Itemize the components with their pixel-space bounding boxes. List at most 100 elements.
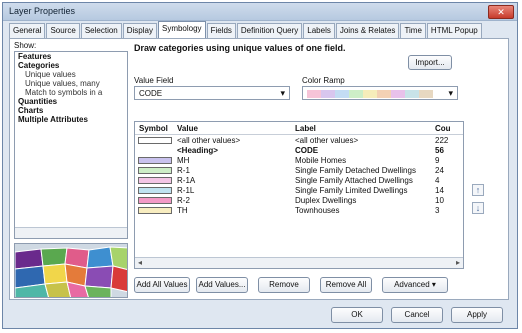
layer-properties-window: Layer Properties ✕ General Source Selectio… xyxy=(2,2,518,329)
row-label: CODE xyxy=(295,146,319,155)
color-ramp-swatch xyxy=(419,90,433,98)
row-count: 24 xyxy=(435,166,444,175)
table-row[interactable]: R-2 Duplex Dwellings 10 xyxy=(135,196,463,205)
chevron-down-icon[interactable]: ▾ xyxy=(280,88,285,99)
tab-display[interactable]: Display xyxy=(122,23,157,38)
grid-header: Symbol Value Label Cou xyxy=(135,122,463,135)
grid-horizontal-scrollbar[interactable]: ◂ ▸ xyxy=(135,257,463,268)
import-button[interactable]: Import... xyxy=(408,55,452,70)
table-row[interactable]: <all other values> <all other values> 222 xyxy=(135,136,463,145)
row-label: Duplex Dwellings xyxy=(295,196,357,205)
remove-button[interactable]: Remove xyxy=(258,277,310,293)
table-row[interactable]: TH Townhouses 3 xyxy=(135,206,463,215)
tab-joins-relates[interactable]: Joins & Relates xyxy=(335,23,400,38)
row-count: 10 xyxy=(435,196,444,205)
tab-symbology[interactable]: Symbology xyxy=(157,21,206,38)
row-label: Single Family Limited Dwellings xyxy=(295,186,408,195)
symbol-swatch[interactable] xyxy=(138,177,172,184)
tab-html-popup[interactable]: HTML Popup xyxy=(426,23,482,38)
tree-horizontal-scrollbar[interactable] xyxy=(15,227,127,238)
symbol-values-grid: Symbol Value Label Cou <all other values… xyxy=(134,121,464,269)
window-title: Layer Properties xyxy=(9,6,76,16)
row-label: Mobile Homes xyxy=(295,156,347,165)
row-label: <all other values> xyxy=(295,136,359,145)
remove-all-button[interactable]: Remove All xyxy=(320,277,372,293)
scroll-right-icon[interactable]: ▸ xyxy=(456,258,460,267)
value-field-label: Value Field xyxy=(134,76,174,85)
show-item-unique-values-many[interactable]: Unique values, many xyxy=(15,79,127,88)
header-symbol[interactable]: Symbol xyxy=(139,124,168,133)
tab-time[interactable]: Time xyxy=(400,23,426,38)
show-item-charts[interactable]: Charts xyxy=(15,106,127,115)
cancel-button[interactable]: Cancel xyxy=(391,307,443,323)
preview-map-icon xyxy=(15,244,127,297)
close-icon[interactable]: ✕ xyxy=(497,7,505,17)
apply-button[interactable]: Apply xyxy=(451,307,503,323)
show-item-categories[interactable]: Categories xyxy=(15,61,127,70)
row-label: Townhouses xyxy=(295,206,340,215)
tab-labels[interactable]: Labels xyxy=(303,23,335,38)
table-row[interactable]: R-1L Single Family Limited Dwellings 14 xyxy=(135,186,463,195)
show-item-match-to-symbols-in-a[interactable]: Match to symbols in a xyxy=(15,88,127,97)
show-item-features[interactable]: Features xyxy=(15,52,127,61)
value-field-value: CODE xyxy=(139,89,163,98)
row-value: R-1 xyxy=(177,166,190,175)
color-ramp-swatch xyxy=(363,90,377,98)
symbology-heading: Draw categories using unique values of o… xyxy=(134,43,346,53)
header-count[interactable]: Cou xyxy=(435,124,451,133)
tab-definition-query[interactable]: Definition Query xyxy=(236,23,303,38)
color-ramp-swatch xyxy=(405,90,419,98)
symbol-swatch[interactable] xyxy=(138,167,172,174)
advanced-button[interactable]: Advanced ▾ xyxy=(382,277,448,293)
tab-source[interactable]: Source xyxy=(46,23,80,38)
move-down-button[interactable]: ↓ xyxy=(472,202,484,214)
color-ramp-swatch xyxy=(349,90,363,98)
chevron-down-icon: ▾ xyxy=(431,280,436,289)
row-count: 222 xyxy=(435,136,449,145)
row-value: <all other values> xyxy=(177,136,241,145)
header-value[interactable]: Value xyxy=(177,124,198,133)
symbol-swatch[interactable] xyxy=(138,137,172,144)
header-label[interactable]: Label xyxy=(295,124,316,133)
show-label: Show: xyxy=(14,41,37,50)
symbology-preview-map xyxy=(14,243,128,298)
chevron-down-icon[interactable]: ▾ xyxy=(448,88,453,99)
show-item-quantities[interactable]: Quantities xyxy=(15,97,127,106)
arrow-down-icon[interactable]: ↓ xyxy=(476,203,481,213)
arrow-up-icon[interactable]: ↑ xyxy=(476,185,481,195)
show-tree[interactable]: Features Categories Unique values Unique va… xyxy=(14,51,128,239)
table-row[interactable]: MH Mobile Homes 9 xyxy=(135,156,463,165)
symbol-swatch[interactable] xyxy=(138,207,172,214)
add-all-values-button[interactable]: Add All Values xyxy=(134,277,190,293)
row-count: 4 xyxy=(435,176,440,185)
scroll-left-icon[interactable]: ◂ xyxy=(138,258,142,267)
tab-selection[interactable]: Selection xyxy=(80,23,122,38)
color-ramp-swatch xyxy=(335,90,349,98)
symbol-swatch[interactable] xyxy=(138,187,172,194)
value-field-select[interactable]: CODE ▾ xyxy=(134,86,290,100)
table-row[interactable]: <Heading> CODE 56 xyxy=(135,146,463,155)
table-row[interactable]: R-1A Single Family Attached Dwellings 4 xyxy=(135,176,463,185)
row-value: MH xyxy=(177,156,190,165)
tab-strip: General Source Selection Display Symbology Fi… xyxy=(9,21,483,39)
close-button[interactable]: ✕ xyxy=(488,5,514,19)
tab-general[interactable]: General xyxy=(9,23,46,38)
row-count: 56 xyxy=(435,146,444,155)
color-ramp-swatch xyxy=(391,90,405,98)
symbol-swatch[interactable] xyxy=(138,197,172,204)
ok-button[interactable]: OK xyxy=(331,307,383,323)
color-ramp-swatch xyxy=(377,90,391,98)
tab-fields[interactable]: Fields xyxy=(206,23,236,38)
move-up-button[interactable]: ↑ xyxy=(472,184,484,196)
table-row[interactable]: R-1 Single Family Detached Dwellings 24 xyxy=(135,166,463,175)
color-ramp-swatch xyxy=(321,90,335,98)
advanced-label: Advanced xyxy=(394,280,430,289)
row-value: <Heading> xyxy=(177,146,218,155)
color-ramp-label: Color Ramp xyxy=(302,76,345,85)
symbol-swatch[interactable] xyxy=(138,157,172,164)
show-item-multiple-attributes[interactable]: Multiple Attributes xyxy=(15,115,127,124)
show-item-unique-values[interactable]: Unique values xyxy=(15,70,127,79)
color-ramp-select[interactable]: ▾ xyxy=(302,86,458,100)
row-value: R-2 xyxy=(177,196,190,205)
add-values-button[interactable]: Add Values... xyxy=(196,277,248,293)
